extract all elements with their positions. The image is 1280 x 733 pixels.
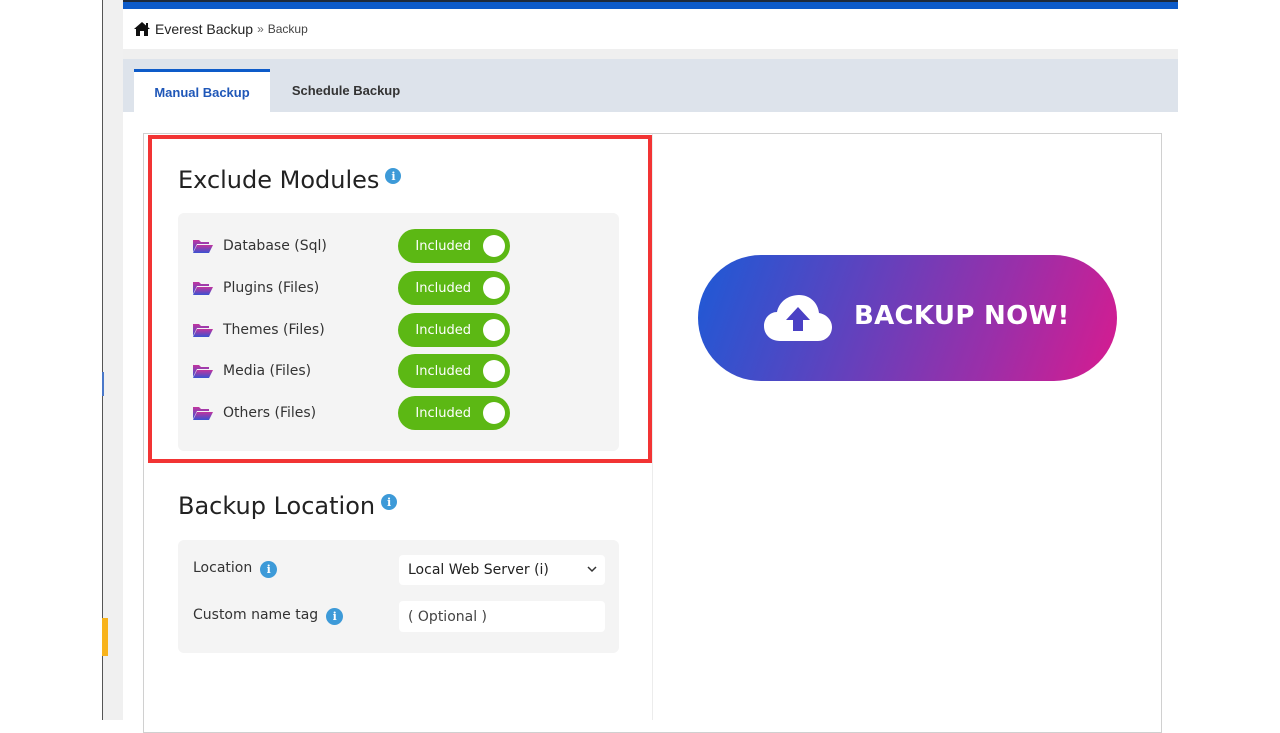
location-select[interactable]: Local Web Server (i) bbox=[399, 555, 605, 585]
info-icon[interactable]: i bbox=[381, 494, 398, 510]
custom-name-label-row: Custom name tag i bbox=[193, 605, 344, 625]
highlight-annotation-box bbox=[148, 135, 652, 463]
home-icon[interactable] bbox=[133, 21, 151, 37]
backup-location-heading: Backup Location bbox=[178, 492, 376, 520]
admin-sidebar-strip bbox=[103, 0, 123, 720]
cloud-upload-icon bbox=[764, 295, 832, 341]
breadcrumb-root[interactable]: Everest Backup bbox=[155, 21, 253, 37]
sidebar-marker-blue bbox=[102, 372, 104, 396]
breadcrumb-separator: » bbox=[257, 22, 264, 36]
backup-location-card: Location i Local Web Server (i) Custom n… bbox=[178, 540, 619, 653]
info-icon[interactable]: i bbox=[260, 561, 278, 578]
info-icon[interactable]: i bbox=[326, 608, 344, 625]
backup-now-button[interactable]: BACKUP NOW! bbox=[698, 255, 1117, 381]
location-label-row: Location i bbox=[193, 558, 278, 578]
left-gutter bbox=[0, 0, 102, 720]
right-gutter bbox=[1178, 0, 1280, 720]
chevron-down-icon bbox=[587, 566, 597, 573]
custom-name-label: Custom name tag bbox=[193, 607, 319, 623]
location-selected-value: Local Web Server (i) bbox=[408, 562, 549, 578]
backup-now-label: BACKUP NOW! bbox=[854, 301, 1070, 331]
tab-schedule-backup[interactable]: Schedule Backup bbox=[273, 69, 419, 112]
sidebar-marker-yellow bbox=[102, 618, 108, 656]
location-label: Location bbox=[193, 560, 253, 576]
custom-name-input[interactable] bbox=[399, 601, 605, 632]
header-gap bbox=[123, 49, 1178, 59]
tab-manual-backup[interactable]: Manual Backup bbox=[134, 69, 270, 112]
breadcrumb: Everest Backup » Backup bbox=[123, 9, 1178, 49]
backup-location-title: Backup Location i bbox=[178, 492, 398, 520]
top-bar bbox=[123, 0, 1178, 9]
tab-bar: Manual Backup Schedule Backup bbox=[123, 59, 1178, 112]
breadcrumb-current: Backup bbox=[267, 22, 308, 36]
column-divider bbox=[652, 134, 653, 720]
